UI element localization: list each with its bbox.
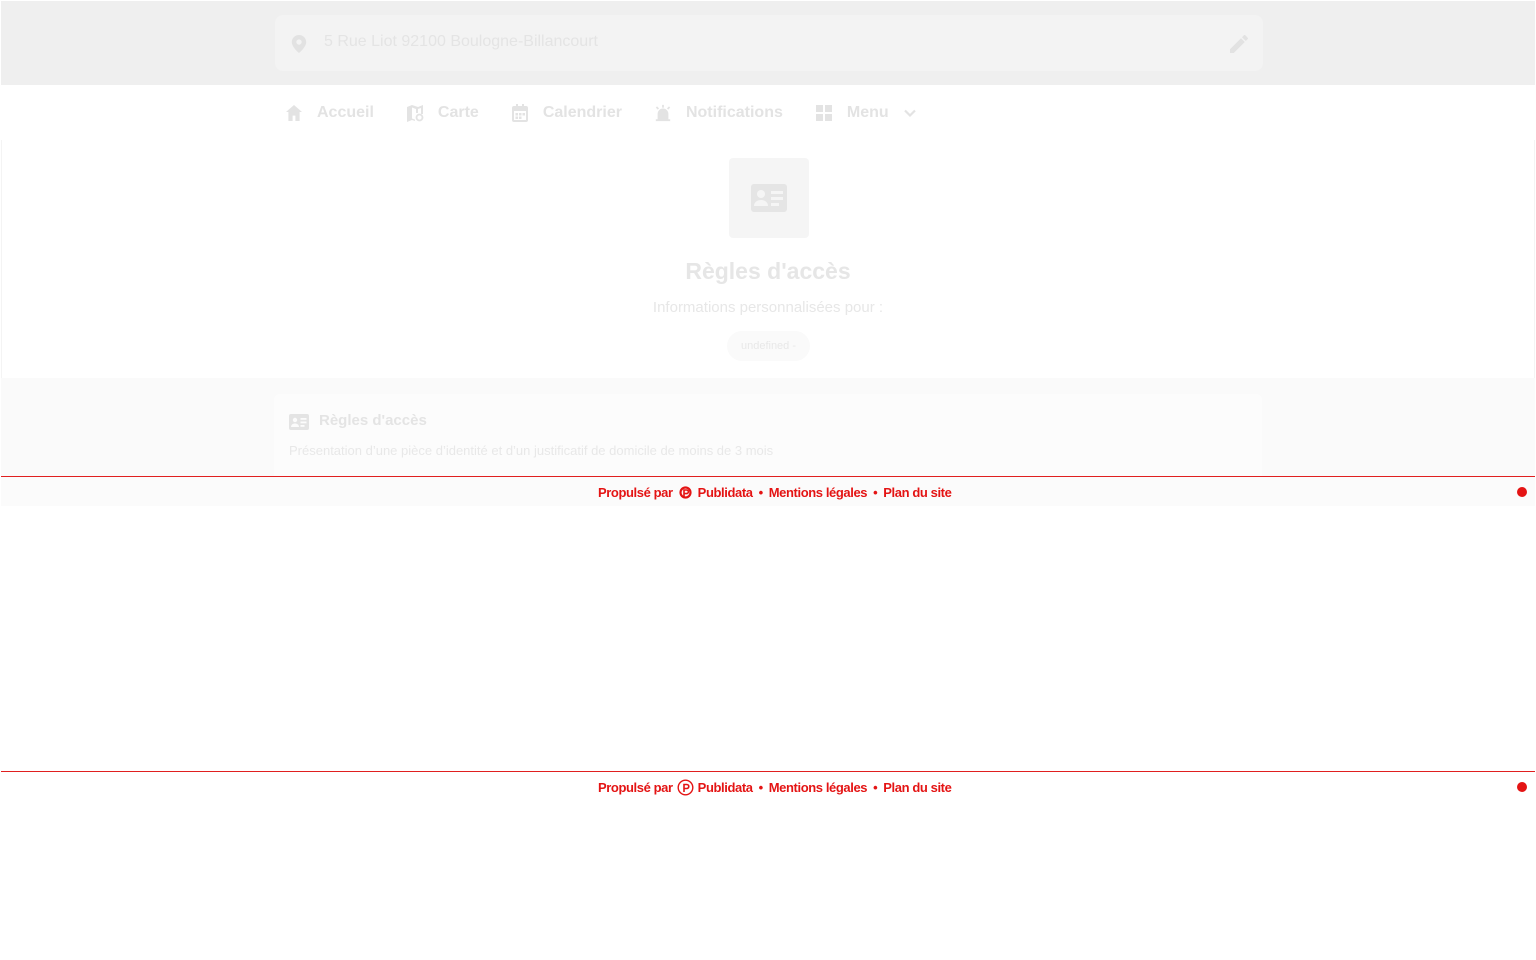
rules-card-text: Présentation d’une pièce d’identité et d… [289,443,774,458]
page-subtitle: Informations personnalisées pour : [652,299,884,316]
nav-item-accueil[interactable]: Accueil [285,104,374,122]
status-dot [1517,487,1527,497]
page: 5 Rue Liot 92100 Boulogne-Billancourt Ac… [0,0,1536,960]
nav-label: Notifications [685,104,783,121]
footer-separator: • [873,780,878,795]
header: 5 Rue Liot 92100 Boulogne-Billancourt [1,1,1535,85]
nav-item-menu[interactable]: Menu [815,104,917,122]
publidata-logo-icon [679,486,692,499]
map-icon [406,105,424,122]
sitemap-link[interactable]: Plan du site [883,780,952,795]
address-text: 5 Rue Liot 92100 Boulogne-Billancourt [324,33,598,50]
footer-separator: • [758,780,764,795]
footer-separator: • [873,485,878,500]
powered-by-label: Propulsé par [598,780,673,795]
publidata-link[interactable]: Publidata [698,780,753,795]
address-bar[interactable]: 5 Rue Liot 92100 Boulogne-Billancourt [275,15,1263,71]
legal-link[interactable]: Mentions légales [769,485,868,500]
footer: Propulsé par Publidata • Mentions légale… [1,476,1535,506]
personalization-pill[interactable]: undefined - [727,331,810,361]
nav-item-carte[interactable]: Carte [406,104,479,122]
nav-label: Calendrier [542,104,622,121]
grid-icon [815,105,832,121]
nav-label: Carte [437,104,479,121]
home-icon [286,105,302,121]
calendar-icon [511,104,528,122]
nav-label: Menu [846,104,889,121]
id-card-icon [289,414,309,430]
main-nav: Accueil Carte Calendrier Notifications M… [285,98,949,128]
nav-label: Accueil [317,104,374,121]
footer-links: Propulsé par Publidata • Mentions légale… [598,779,952,796]
pencil-icon[interactable] [1230,35,1248,53]
nav-item-calendrier[interactable]: Calendrier [511,104,622,122]
chevron-down-icon [903,109,916,118]
publidata-logo-icon [677,779,694,796]
footer: Propulsé par Publidata • Mentions légale… [1,771,1535,801]
rules-card: Règles d'accès Présentation d’une pièce … [274,394,1262,476]
powered-by-label: Propulsé par [598,485,673,500]
page-title: Règles d'accès [685,258,851,284]
status-dot [1517,782,1527,792]
sitemap-link[interactable]: Plan du site [883,485,952,500]
location-pin-icon [291,35,307,53]
legal-link[interactable]: Mentions légales [769,780,868,795]
footer-separator: • [758,485,764,500]
alarm-icon [655,104,671,122]
id-card-icon [751,184,787,212]
footer-links: Propulsé par Publidata • Mentions légale… [598,484,952,501]
nav-item-notifications[interactable]: Notifications [654,104,783,122]
publidata-link[interactable]: Publidata [698,485,753,500]
hero-icon-box [729,158,809,238]
rules-card-title: Règles d'accès [319,412,427,429]
